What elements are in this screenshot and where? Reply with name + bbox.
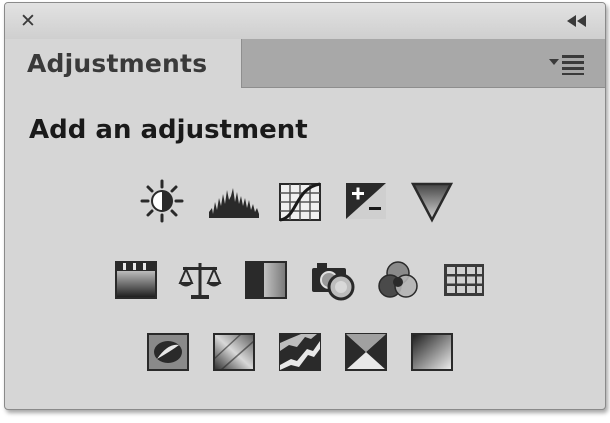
- close-button[interactable]: ✕: [17, 11, 39, 31]
- add-adjustment-heading: Add an adjustment: [29, 115, 308, 145]
- tab-label: Adjustments: [27, 49, 208, 78]
- panel-titlebar: ✕: [5, 3, 605, 40]
- gradient-map-icon[interactable]: [409, 329, 455, 375]
- vibrance-icon[interactable]: [409, 178, 455, 224]
- exposure-icon[interactable]: [343, 178, 389, 224]
- double-chevron-left-icon[interactable]: [563, 12, 591, 30]
- adjustments-panel: ✕ Adjustments Add an adjustment: [4, 2, 606, 410]
- hue-saturation-icon[interactable]: [113, 257, 159, 303]
- curves-icon[interactable]: [277, 178, 323, 224]
- photo-filter-icon[interactable]: [309, 257, 355, 303]
- selective-color-icon[interactable]: [343, 329, 389, 375]
- color-lookup-icon[interactable]: [441, 257, 487, 303]
- black-white-icon[interactable]: [243, 257, 289, 303]
- invert-icon[interactable]: [145, 329, 191, 375]
- posterize-icon[interactable]: [211, 329, 257, 375]
- tab-strip: Adjustments: [5, 39, 605, 88]
- tab-adjustments[interactable]: Adjustments: [5, 39, 242, 88]
- channel-mixer-icon[interactable]: [375, 257, 421, 303]
- color-balance-icon[interactable]: [177, 257, 223, 303]
- levels-icon[interactable]: [207, 178, 261, 224]
- brightness-contrast-icon[interactable]: [139, 178, 185, 224]
- threshold-icon[interactable]: [277, 329, 323, 375]
- panel-menu-icon[interactable]: [547, 53, 587, 75]
